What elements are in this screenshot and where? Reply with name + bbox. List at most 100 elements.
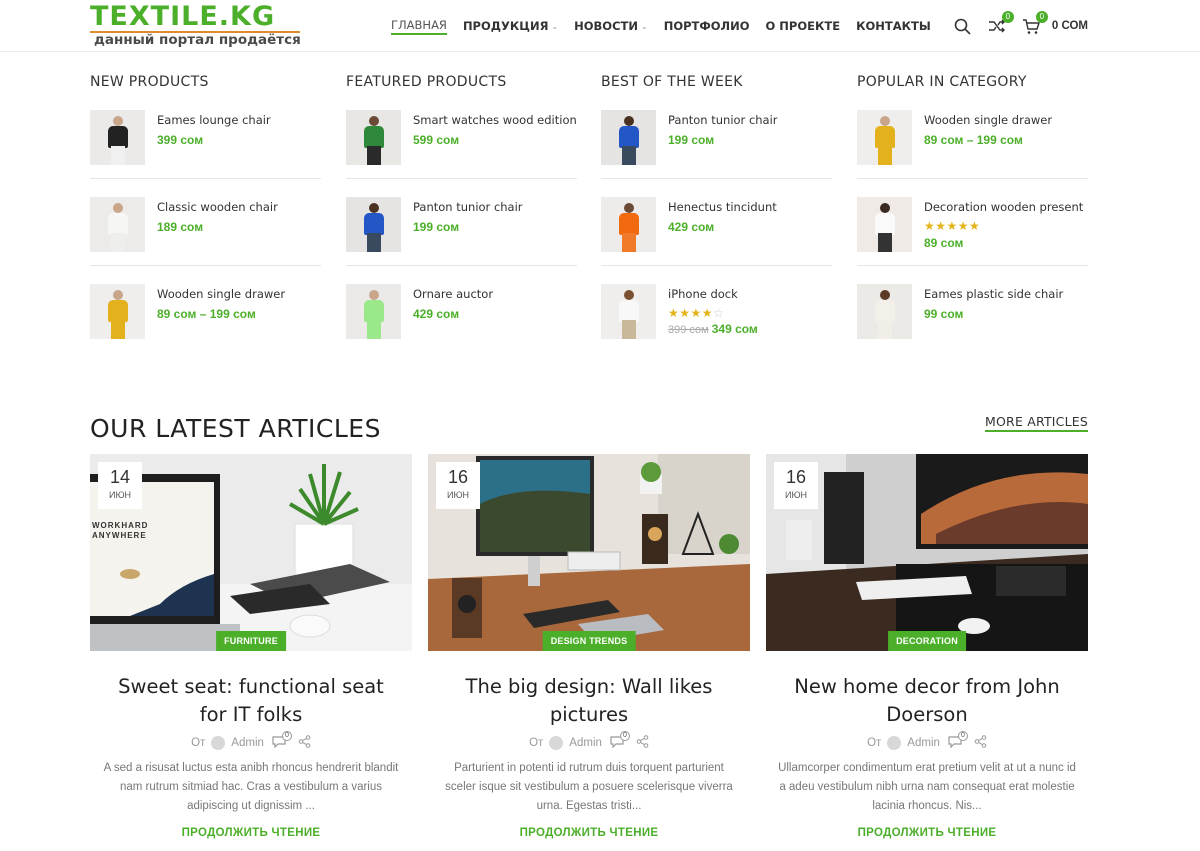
nav-item-home[interactable]: ГЛАВНАЯ [391,17,447,35]
comment-icon[interactable]: 0 [272,730,292,751]
product-item[interactable]: Panton tunior chair 199 сом [601,104,832,179]
article-title[interactable]: Sweet seat: functional seat for IT folks [90,673,412,729]
product-thumbnail[interactable] [857,284,912,339]
category-badge[interactable]: DECORATION [888,631,966,651]
date-month: ИЮН [784,490,808,500]
product-name[interactable]: Classic wooden chair [157,199,321,215]
read-more-link[interactable]: ПРОДОЛЖИТЬ ЧТЕНИЕ [428,827,750,839]
column-new-products: NEW PRODUCTS Eames lounge chair 399 сом C… [90,74,321,364]
column-featured-products: FEATURED PRODUCTS Smart watches wood edi… [346,74,577,364]
compare-icon[interactable]: 0 [986,11,1014,37]
product-thumbnail[interactable] [601,197,656,252]
product-name[interactable]: Smart watches wood edition [413,112,577,128]
product-item[interactable]: Smart watches wood edition 599 сом [346,104,577,179]
article-date: 16 ИЮН [436,462,480,509]
category-badge[interactable]: FURNITURE [216,631,286,651]
share-icon[interactable] [636,735,649,751]
nav-item-about[interactable]: О ПРОЕКТЕ [766,17,841,35]
nav-item-portfolio[interactable]: ПОРТФОЛИО [664,17,750,35]
article-card: 16 ИЮН DECORATION New home decor from Joh… [766,454,1088,839]
logo-sub-text: данный портал продаётся [94,32,301,48]
product-name[interactable]: Wooden single drawer [924,112,1088,128]
product-thumbnail[interactable] [346,110,401,165]
product-price: 89 сом [924,236,964,250]
article-meta: От Admin 0 [428,730,750,751]
product-name[interactable]: Eames plastic side chair [924,286,1088,302]
nav-item-news[interactable]: НОВОСТИ ⌄ [574,17,648,35]
rating-stars: ★★★★★ [924,219,981,233]
author-name[interactable]: Admin [569,737,602,749]
section-title: OUR LATEST ARTICLES [90,414,381,443]
product-thumbnail[interactable] [346,197,401,252]
category-badge[interactable]: DESIGN TRENDS [542,631,636,651]
more-articles-link[interactable]: MORE ARTICLES [985,414,1088,432]
author-name[interactable]: Admin [907,737,940,749]
search-icon[interactable] [952,15,974,37]
product-item[interactable]: Wooden single drawer 89 сом – 199 сом [90,278,321,352]
product-price: 199 сом [413,220,460,234]
nav-item-label: ГЛАВНАЯ [391,18,447,32]
comment-icon[interactable]: 0 [610,730,630,751]
product-price: 199 сом [668,133,715,147]
cart-icon[interactable]: 0 [1020,11,1048,37]
product-thumbnail[interactable] [346,284,401,339]
article-meta: От Admin 0 [766,730,1088,751]
product-thumbnail[interactable] [601,110,656,165]
product-price: 89 сом – 199 сом [924,133,1023,147]
logo-main-text: TEXTILE.KG [90,1,276,32]
read-more-link[interactable]: ПРОДОЛЖИТЬ ЧТЕНИЕ [90,827,412,839]
nav-item-label: НОВОСТИ [574,19,638,33]
product-item[interactable]: iPhone dock ★★★★☆ 399 сом 349 сом [601,278,832,352]
nav-item-products[interactable]: ПРОДУКЦИЯ ⌄ [463,17,558,35]
product-item[interactable]: Ornare auctor 429 сом [346,278,577,352]
share-icon[interactable] [298,735,311,751]
product-item[interactable]: Eames lounge chair 399 сом [90,104,321,179]
product-thumbnail[interactable] [857,110,912,165]
article-image[interactable]: 16 ИЮН DECORATION [766,454,1088,651]
cart-total[interactable]: 0 СОМ [1052,20,1088,32]
site-logo[interactable]: TEXTILE.KG данный портал продаётся [90,1,302,48]
product-name[interactable]: Ornare auctor [413,286,577,302]
product-thumbnail[interactable] [90,197,145,252]
product-item[interactable]: Decoration wooden present ★★★★★ 89 сом [857,191,1088,266]
product-item[interactable]: Classic wooden chair 189 сом [90,191,321,266]
author-name[interactable]: Admin [231,737,264,749]
product-name[interactable]: Decoration wooden present [924,199,1088,215]
share-icon[interactable] [974,735,987,751]
article-image[interactable]: 16 ИЮН DESIGN TRENDS [428,454,750,651]
product-item[interactable]: Henectus tincidunt 429 сом [601,191,832,266]
laptop-screen-text: WORKHARD ANYWHERE [92,521,149,540]
product-thumbnail[interactable] [90,284,145,339]
product-name[interactable]: Panton tunior chair [668,112,832,128]
product-name[interactable]: Panton tunior chair [413,199,577,215]
product-price: 99 сом [924,307,964,321]
product-item[interactable]: Eames plastic side chair 99 сом [857,278,1088,352]
article-card: WORKHARD ANYWHERE 14 ИЮН FURNITURE Sweet … [90,454,412,839]
article-title[interactable]: New home decor from John Doerson [766,673,1088,729]
comment-count: 0 [957,730,968,741]
column-popular-in-category: POPULAR IN CATEGORY Wooden single drawer… [857,74,1088,364]
sale-price: 349 сом [711,322,758,336]
date-day: 16 [785,467,807,487]
product-thumbnail[interactable] [90,110,145,165]
by-label: От [191,737,206,749]
product-name[interactable]: Eames lounge chair [157,112,321,128]
column-best-of-week: BEST OF THE WEEK Panton tunior chair 199 … [601,74,832,364]
product-price: 89 сом – 199 сом [157,307,256,321]
product-item[interactable]: Panton tunior chair 199 сом [346,191,577,266]
article-image[interactable]: WORKHARD ANYWHERE 14 ИЮН FURNITURE [90,454,412,651]
product-name[interactable]: iPhone dock [668,286,832,302]
article-excerpt: Ullamcorper condimentum erat pretium vel… [778,762,1076,812]
nav-item-contacts[interactable]: КОНТАКТЫ [856,17,931,35]
old-price: 399 сом [668,324,709,336]
product-item[interactable]: Wooden single drawer 89 сом – 199 сом [857,104,1088,179]
product-name[interactable]: Wooden single drawer [157,286,321,302]
read-more-link[interactable]: ПРОДОЛЖИТЬ ЧТЕНИЕ [766,827,1088,839]
product-name[interactable]: Henectus tincidunt [668,199,832,215]
product-thumbnail[interactable] [857,197,912,252]
comment-icon[interactable]: 0 [948,730,968,751]
date-day: 14 [109,467,131,487]
article-meta: От Admin 0 [90,730,412,751]
article-title[interactable]: The big design: Wall likes pictures [428,673,750,729]
product-thumbnail[interactable] [601,284,656,339]
